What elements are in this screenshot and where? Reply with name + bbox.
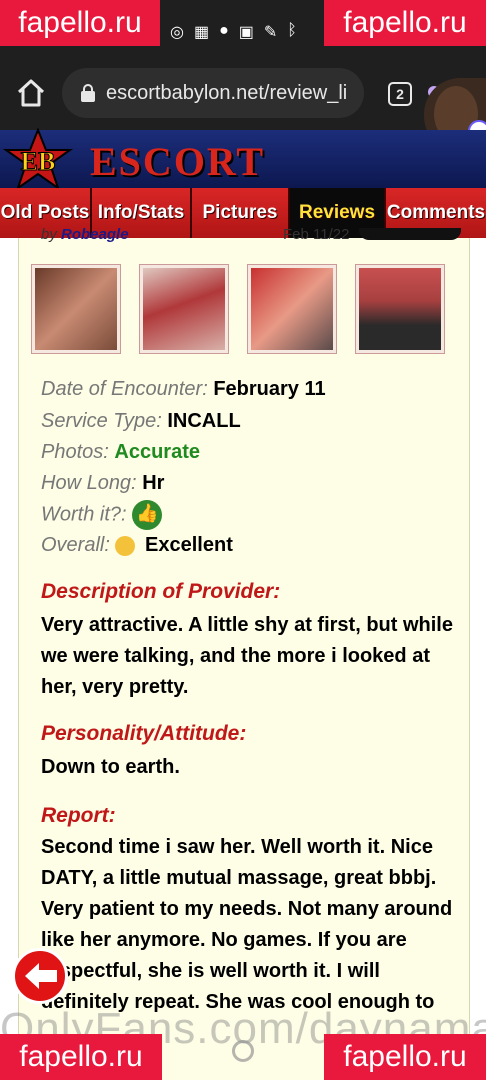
photo-thumbnail[interactable] <box>247 264 337 354</box>
how-long-row: How Long: Hr <box>41 472 164 495</box>
page-content: by Robeagle Feb 11/22 Date of Encounter:… <box>0 226 486 1080</box>
home-indicator[interactable] <box>232 1040 254 1062</box>
browser-toolbar: escortbabylon.net/review_li 2 <box>0 46 486 130</box>
field-value: February 11 <box>213 378 326 400</box>
review-card: by Robeagle Feb 11/22 Date of Encounter:… <box>18 226 470 1080</box>
description-text: Very attractive. A little shy at first, … <box>41 614 453 698</box>
apps-icon: ▦ <box>193 24 210 41</box>
photo-thumbnail[interactable] <box>139 264 229 354</box>
corner-watermark: fapello.ru <box>0 1034 162 1080</box>
field-label: Worth it?: <box>41 503 127 526</box>
review-date: Feb 11/22 <box>283 226 350 243</box>
thumbs-up-icon: 👍 <box>132 500 163 530</box>
eb-logo[interactable]: EB <box>0 128 76 192</box>
field-label: Date of Encounter: <box>41 378 208 400</box>
personality-text: Down to earth. <box>41 756 180 778</box>
field-value: INCALL <box>167 410 241 432</box>
service-type-row: Service Type: INCALL <box>41 410 241 433</box>
photos-row: Photos: Accurate <box>41 441 200 464</box>
corner-watermark: fapello.ru <box>324 0 486 46</box>
overall-row: Overall: Excellent <box>41 534 233 557</box>
field-value: Hr <box>142 472 165 494</box>
bluetooth-icon: ᛒ <box>287 22 297 39</box>
field-value: Excellent <box>145 534 233 556</box>
photos-accurate-value: Accurate <box>114 441 200 463</box>
worth-it-row: Worth it?: 👍 <box>41 500 163 530</box>
url-text: escortbabylon.net/review_li <box>106 82 348 104</box>
corner-watermark: fapello.ru <box>0 0 160 46</box>
logo-text: EB <box>21 147 56 176</box>
field-label: Photos: <box>41 441 109 463</box>
field-label: Overall: <box>41 534 110 556</box>
instagram-icon: ◎ <box>170 24 184 41</box>
facebook-icon: ● <box>219 22 229 39</box>
arrow-left-icon <box>25 963 57 989</box>
field-label: Service Type: <box>41 410 162 432</box>
photo-image <box>143 268 225 350</box>
overlay-pill <box>359 228 461 240</box>
review-byline: by Robeagle <box>41 226 129 243</box>
date-of-encounter-row: Date of Encounter: February 11 <box>41 378 326 401</box>
photo-image <box>251 268 333 350</box>
corner-watermark: fapello.ru <box>324 1034 486 1080</box>
home-icon[interactable] <box>14 76 48 110</box>
author-link[interactable]: Robeagle <box>61 226 129 243</box>
report-heading: Report: <box>41 804 116 827</box>
photo-thumbnail[interactable] <box>355 264 445 354</box>
byline-prefix: by <box>41 226 57 243</box>
image-icon: ▣ <box>238 24 254 41</box>
field-label: How Long: <box>41 472 137 494</box>
photo-thumbnail[interactable] <box>31 264 121 354</box>
address-bar[interactable]: escortbabylon.net/review_li <box>62 68 364 118</box>
nav-pictures[interactable]: Pictures <box>192 188 290 238</box>
tab-switcher-button[interactable]: 2 <box>388 82 412 106</box>
lock-icon <box>81 84 95 102</box>
photo-image <box>359 268 441 350</box>
personality-heading: Personality/Attitude: <box>41 722 247 745</box>
report-text: Second time i saw her. Well worth it. Ni… <box>41 836 453 1013</box>
photo-strip <box>31 264 445 354</box>
status-icons: ◎ ▦ ● ▣ ✎ ᛒ <box>170 22 297 42</box>
photo-image <box>35 268 117 350</box>
back-button[interactable] <box>12 948 68 1004</box>
wrench-icon: ✎ <box>263 24 278 41</box>
wink-smiley-icon <box>115 535 136 556</box>
description-heading: Description of Provider: <box>41 580 281 603</box>
